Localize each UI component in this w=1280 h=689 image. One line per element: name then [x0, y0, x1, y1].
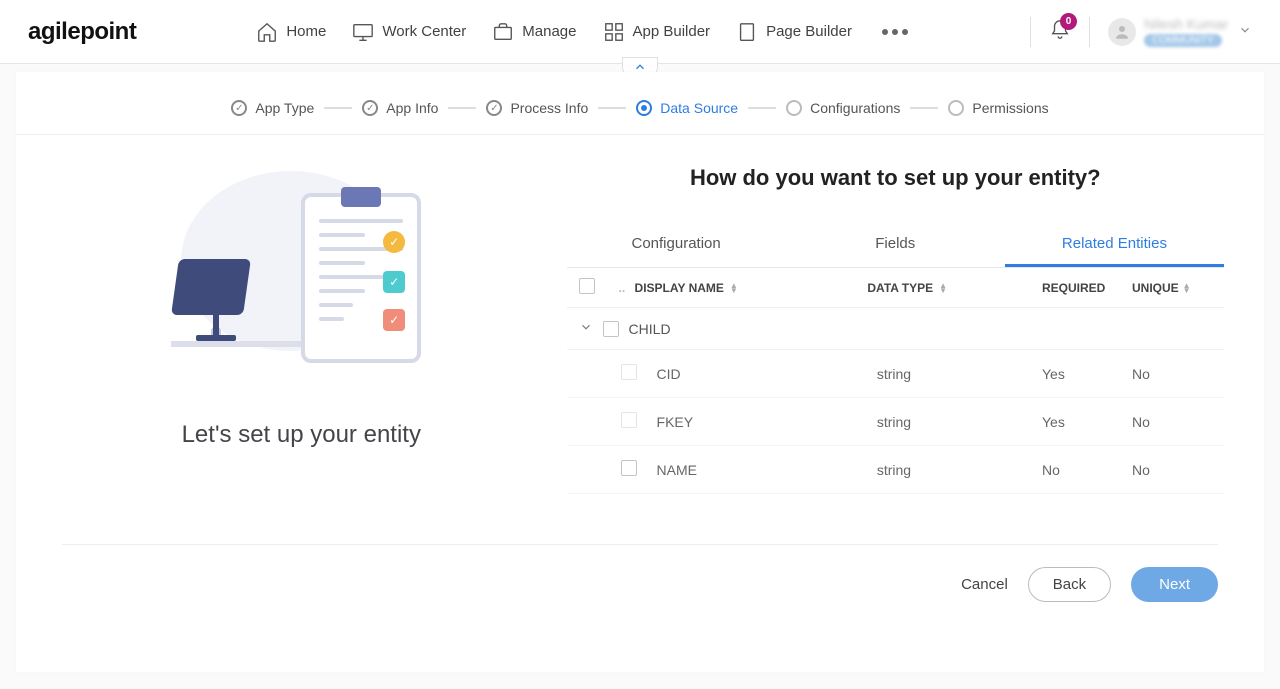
step-configurations[interactable]: Configurations: [786, 100, 900, 116]
chevron-down-icon: [579, 320, 593, 337]
group-row-child[interactable]: CHILD: [567, 308, 1224, 350]
left-caption: Let's set up your entity: [182, 421, 421, 449]
monitor-icon: [352, 21, 374, 43]
nav-manage[interactable]: Manage: [492, 21, 576, 43]
row-checkbox[interactable]: [621, 364, 637, 380]
entity-tabs: Configuration Fields Related Entities: [567, 225, 1224, 268]
topbar-right: 0 Nilesh Kumar COMMUNITY: [1030, 16, 1252, 47]
sort-icon[interactable]: [730, 283, 738, 293]
nav-manage-label: Manage: [522, 23, 576, 40]
step-label: Process Info: [510, 100, 588, 116]
cell-required: Yes: [1042, 366, 1132, 382]
cell-data-type: string: [877, 366, 1042, 382]
th-unique[interactable]: UNIQUE: [1132, 281, 1179, 295]
step-app-type[interactable]: App Type: [231, 100, 314, 116]
group-checkbox[interactable]: [603, 321, 619, 337]
table-row: CID string Yes No: [567, 350, 1224, 398]
next-button[interactable]: Next: [1131, 567, 1218, 602]
right-pane: How do you want to set up your entity? C…: [567, 155, 1224, 494]
cell-unique: No: [1132, 414, 1212, 430]
step-separator: [748, 107, 776, 109]
nav-home[interactable]: Home: [256, 21, 326, 43]
wizard-page: App Type App Info Process Info Data Sour…: [16, 72, 1264, 672]
stepper: App Type App Info Process Info Data Sour…: [16, 72, 1264, 135]
related-entities-table: .. DISPLAY NAME DATA TYPE REQUIRED UNIQU…: [567, 268, 1224, 494]
step-label: Permissions: [972, 100, 1048, 116]
home-icon: [256, 21, 278, 43]
divider: [1089, 17, 1090, 47]
step-separator: [598, 107, 626, 109]
step-separator: [910, 107, 938, 109]
page-icon: [736, 21, 758, 43]
user-menu[interactable]: Nilesh Kumar COMMUNITY: [1108, 16, 1252, 47]
cell-display-name: FKEY: [657, 414, 877, 430]
avatar-icon: [1108, 18, 1136, 46]
row-checkbox[interactable]: [621, 412, 637, 428]
back-button[interactable]: Back: [1028, 567, 1111, 602]
step-separator: [324, 107, 352, 109]
cell-display-name: NAME: [657, 462, 877, 478]
select-all-checkbox[interactable]: [579, 278, 595, 294]
primary-nav: Home Work Center Manage App Builder Page…: [256, 21, 908, 43]
notifications-button[interactable]: 0: [1049, 19, 1071, 44]
nav-pagebuilder[interactable]: Page Builder: [736, 21, 852, 43]
step-process-info[interactable]: Process Info: [486, 100, 588, 116]
nav-appbuilder-label: App Builder: [633, 23, 711, 40]
group-label: CHILD: [629, 321, 671, 337]
step-separator: [448, 107, 476, 109]
nav-home-label: Home: [286, 23, 326, 40]
chevron-down-icon: [1238, 23, 1252, 40]
grid-icon: [603, 21, 625, 43]
cell-required: Yes: [1042, 414, 1132, 430]
nav-more-icon[interactable]: [882, 29, 908, 35]
logo: agilepoint: [28, 18, 136, 46]
step-label: Data Source: [660, 100, 738, 116]
nav-workcenter-label: Work Center: [382, 23, 466, 40]
tab-related-entities[interactable]: Related Entities: [1005, 225, 1224, 267]
cancel-button[interactable]: Cancel: [961, 576, 1008, 593]
divider: [1030, 17, 1031, 47]
cell-required: No: [1042, 462, 1132, 478]
nav-appbuilder[interactable]: App Builder: [603, 21, 711, 43]
th-display-name[interactable]: DISPLAY NAME: [635, 281, 724, 295]
step-label: App Type: [255, 100, 314, 116]
wizard-footer: Cancel Back Next: [62, 544, 1218, 628]
cell-unique: No: [1132, 366, 1212, 382]
step-label: App Info: [386, 100, 438, 116]
table-row: NAME string No No: [567, 446, 1224, 494]
user-name: Nilesh Kumar: [1144, 16, 1228, 32]
step-app-info[interactable]: App Info: [362, 100, 438, 116]
nav-workcenter[interactable]: Work Center: [352, 21, 466, 43]
entity-illustration: ✓ ✓ ✓: [161, 165, 441, 395]
table-row: FKEY string Yes No: [567, 398, 1224, 446]
content: ✓ ✓ ✓ Let's set up your entity How do yo…: [16, 135, 1264, 504]
cell-data-type: string: [877, 414, 1042, 430]
th-required[interactable]: REQUIRED: [1042, 281, 1105, 295]
tab-fields[interactable]: Fields: [786, 225, 1005, 267]
cell-data-type: string: [877, 462, 1042, 478]
table-header: .. DISPLAY NAME DATA TYPE REQUIRED UNIQU…: [567, 268, 1224, 308]
cell-display-name: CID: [657, 366, 877, 382]
briefcase-icon: [492, 21, 514, 43]
step-permissions[interactable]: Permissions: [948, 100, 1048, 116]
nav-pagebuilder-label: Page Builder: [766, 23, 852, 40]
sort-icon[interactable]: [1183, 283, 1191, 293]
step-label: Configurations: [810, 100, 900, 116]
user-tag: COMMUNITY: [1144, 34, 1222, 47]
right-title: How do you want to set up your entity?: [567, 165, 1224, 191]
cell-unique: No: [1132, 462, 1212, 478]
th-data-type[interactable]: DATA TYPE: [867, 281, 933, 295]
user-meta: Nilesh Kumar COMMUNITY: [1144, 16, 1228, 47]
notifications-badge: 0: [1060, 13, 1077, 30]
topbar: agilepoint Home Work Center Manage App B…: [0, 0, 1280, 64]
row-checkbox[interactable]: [621, 460, 637, 476]
column-menu-icon[interactable]: ..: [619, 281, 631, 295]
left-pane: ✓ ✓ ✓ Let's set up your entity: [56, 155, 547, 494]
tab-configuration[interactable]: Configuration: [567, 225, 786, 267]
sort-icon[interactable]: [939, 283, 947, 293]
step-data-source[interactable]: Data Source: [636, 100, 738, 116]
